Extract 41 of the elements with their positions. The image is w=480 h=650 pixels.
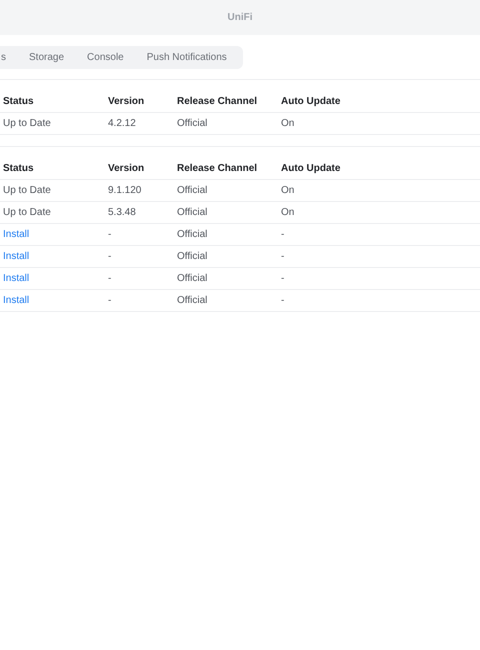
install-link[interactable]: Install [3,271,30,286]
column-header: Auto Update [281,95,340,109]
table-cell-text: Up to Date [3,206,51,220]
table-cell-text: 9.1.120 [108,184,142,198]
tab[interactable]: Console [83,48,128,67]
table-cell-text: Official [177,117,208,131]
table-cell-text: On [281,184,294,198]
install-link[interactable]: Install [3,227,30,242]
tab[interactable]: s [1,48,10,67]
table-cell-text: Official [177,184,208,198]
table-cell-text: On [281,206,294,220]
column-header: Status [3,95,34,109]
install-link[interactable]: Install [3,249,30,264]
column-header: Release Channel [177,162,258,176]
table-cell-text: - [281,272,284,286]
table-cell-text: - [108,294,112,308]
column-header: Auto Update [281,162,340,176]
tab[interactable]: Storage [25,48,68,67]
window-title: UniFi [228,11,252,25]
table-cell-text: 4.2.12 [108,117,136,131]
tab[interactable]: Push Notifications [142,48,231,67]
column-header: Version [108,95,144,109]
table-cell-text: - [281,250,284,264]
table-cell-text: Official [177,206,208,220]
column-header: Version [108,162,144,176]
column-header: Status [3,162,34,176]
table-cell-text: 5.3.48 [108,206,136,220]
table-cell-text: - [108,250,112,264]
table-cell-text: - [108,228,112,242]
table-cell-text: - [281,228,284,242]
table-cell-text: - [108,272,112,286]
table-cell-text: Official [177,228,208,242]
column-header: Release Channel [177,95,258,109]
table-cell-text: Official [177,294,208,308]
table-cell-text: - [281,294,284,308]
install-link[interactable]: Install [3,293,30,308]
table-cell-text: Official [177,272,208,286]
table-cell-text: Up to Date [3,184,51,198]
table-cell-text: On [281,117,294,131]
table-cell-text: Up to Date [3,117,51,131]
table-cell-text: Official [177,250,208,264]
